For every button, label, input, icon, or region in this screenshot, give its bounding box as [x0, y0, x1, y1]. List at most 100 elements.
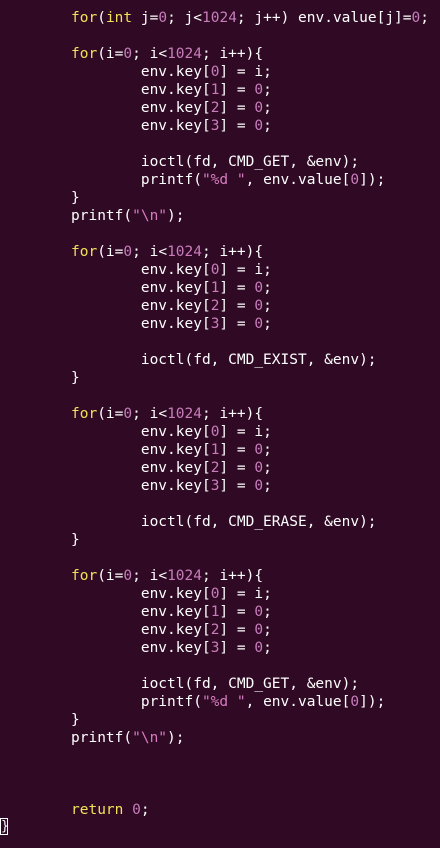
code-token: for [71, 406, 98, 422]
code-token: int [105, 10, 133, 26]
code-token: 0 [254, 442, 264, 458]
code-token: 0 [254, 280, 264, 296]
code-token: ; [263, 100, 272, 116]
code-token: 0 [254, 460, 264, 476]
code-token: ] = i; [219, 64, 272, 80]
code-line: env.key[0] = i; [71, 261, 272, 279]
code-token: env.key[ [71, 442, 211, 458]
code-line: } [71, 531, 80, 549]
code-token: ; i< [132, 46, 168, 62]
code-token: ]); [359, 694, 386, 710]
code-line: for(i=0; i<1024; i++){ [71, 243, 263, 261]
code-token: ; [263, 460, 272, 476]
code-token: 0 [254, 82, 264, 98]
code-token: 0 [254, 604, 264, 620]
code-line: env.key[1] = 0; [71, 603, 272, 621]
code-line: env.key[3] = 0; [71, 477, 272, 495]
code-token: ] = [219, 100, 255, 116]
code-line: printf("%d ", env.value[0]); [71, 693, 385, 711]
code-line: printf("%d ", env.value[0]); [71, 171, 385, 189]
code-token: for [71, 568, 98, 584]
code-token: , env.value[ [245, 172, 351, 188]
code-token: ioctl(fd, CMD_GET, &env); [71, 676, 360, 692]
code-token: 0 [254, 100, 264, 116]
code-token: env.key[ [71, 280, 211, 296]
code-token: 0 [123, 244, 133, 260]
code-token: printf( [71, 208, 133, 224]
code-token: ] = [219, 640, 255, 656]
code-token: ; [140, 802, 150, 818]
code-token: ] = i; [219, 586, 272, 602]
code-line: env.key[1] = 0; [71, 279, 272, 297]
code-token: ; i++){ [201, 244, 264, 260]
code-line: for(i=0; i<1024; i++){ [71, 405, 263, 423]
code-line: env.key[0] = i; [71, 63, 272, 81]
code-token: ] = [219, 460, 255, 476]
code-token: env.key[ [71, 424, 211, 440]
code-token: env.key[ [71, 586, 211, 602]
code-line: printf("\n"); [71, 729, 185, 747]
code-token: ]); [359, 172, 386, 188]
code-token: ] = i; [219, 424, 272, 440]
code-line: printf("\n"); [71, 207, 185, 225]
code-line: env.key[3] = 0; [71, 315, 272, 333]
code-token: ; [263, 604, 272, 620]
code-token: ioctl(fd, CMD_EXIST, &env); [71, 352, 377, 368]
code-token: ] = [219, 622, 255, 638]
code-token: (i= [97, 244, 124, 260]
code-token: env.key[ [71, 316, 211, 332]
code-line: env.key[3] = 0; [71, 639, 272, 657]
code-token: 1024 [167, 406, 202, 422]
code-token: env.key[ [71, 622, 211, 638]
code-token: env.key[ [71, 82, 211, 98]
code-token: 0 [254, 622, 264, 638]
code-token: env.key[ [71, 478, 211, 494]
code-line: env.key[3] = 0; [71, 117, 272, 135]
code-token: ] = [219, 118, 255, 134]
code-token: ; j++) env.value[j]= [236, 10, 412, 26]
code-token: ( [97, 10, 106, 26]
code-line: return 0; [71, 801, 150, 819]
code-token: } [71, 370, 80, 386]
closing-brace-cursor: } [0, 818, 9, 835]
code-token: ioctl(fd, CMD_ERASE, &env); [71, 514, 377, 530]
code-token: ] = [219, 316, 255, 332]
code-token: "\n" [132, 730, 168, 746]
code-token: 0 [123, 568, 133, 584]
code-token: ; [420, 10, 429, 26]
code-token: 0 [254, 316, 264, 332]
code-token: ; i++){ [201, 568, 264, 584]
code-token: ] = i; [219, 262, 272, 278]
code-token: 1024 [167, 46, 202, 62]
code-token: 0 [350, 172, 360, 188]
code-line: env.key[2] = 0; [71, 459, 272, 477]
code-token: ; i++){ [201, 406, 264, 422]
code-token: ; [263, 478, 272, 494]
code-line: } [71, 711, 80, 729]
code-token: } [71, 532, 80, 548]
code-token: printf( [71, 172, 202, 188]
code-line: for(int j=0; j<1024; j++) env.value[j]=0… [71, 9, 429, 27]
code-token: 0 [254, 298, 264, 314]
code-token: 1024 [167, 568, 202, 584]
code-token: ; [263, 640, 272, 656]
code-token: ; i< [132, 568, 168, 584]
code-token: 0 [254, 640, 264, 656]
code-token: "%d " [201, 172, 246, 188]
code-line: for(i=0; i<1024; i++){ [71, 45, 263, 63]
code-token: 0 [132, 802, 141, 818]
code-token: 0 [158, 10, 168, 26]
code-line: env.key[2] = 0; [71, 297, 272, 315]
code-token: ; i++){ [201, 46, 264, 62]
code-token: (i= [97, 46, 124, 62]
code-token: ); [167, 730, 185, 746]
code-token: ; [263, 442, 272, 458]
code-line: env.key[0] = i; [71, 423, 272, 441]
code-token: 0 [254, 478, 264, 494]
code-token: , env.value[ [245, 694, 351, 710]
code-token: "%d " [201, 694, 246, 710]
code-token: env.key[ [71, 604, 211, 620]
terminal-editor[interactable]: for(int j=0; j<1024; j++) env.value[j]=0… [0, 0, 440, 848]
code-line: env.key[2] = 0; [71, 621, 272, 639]
